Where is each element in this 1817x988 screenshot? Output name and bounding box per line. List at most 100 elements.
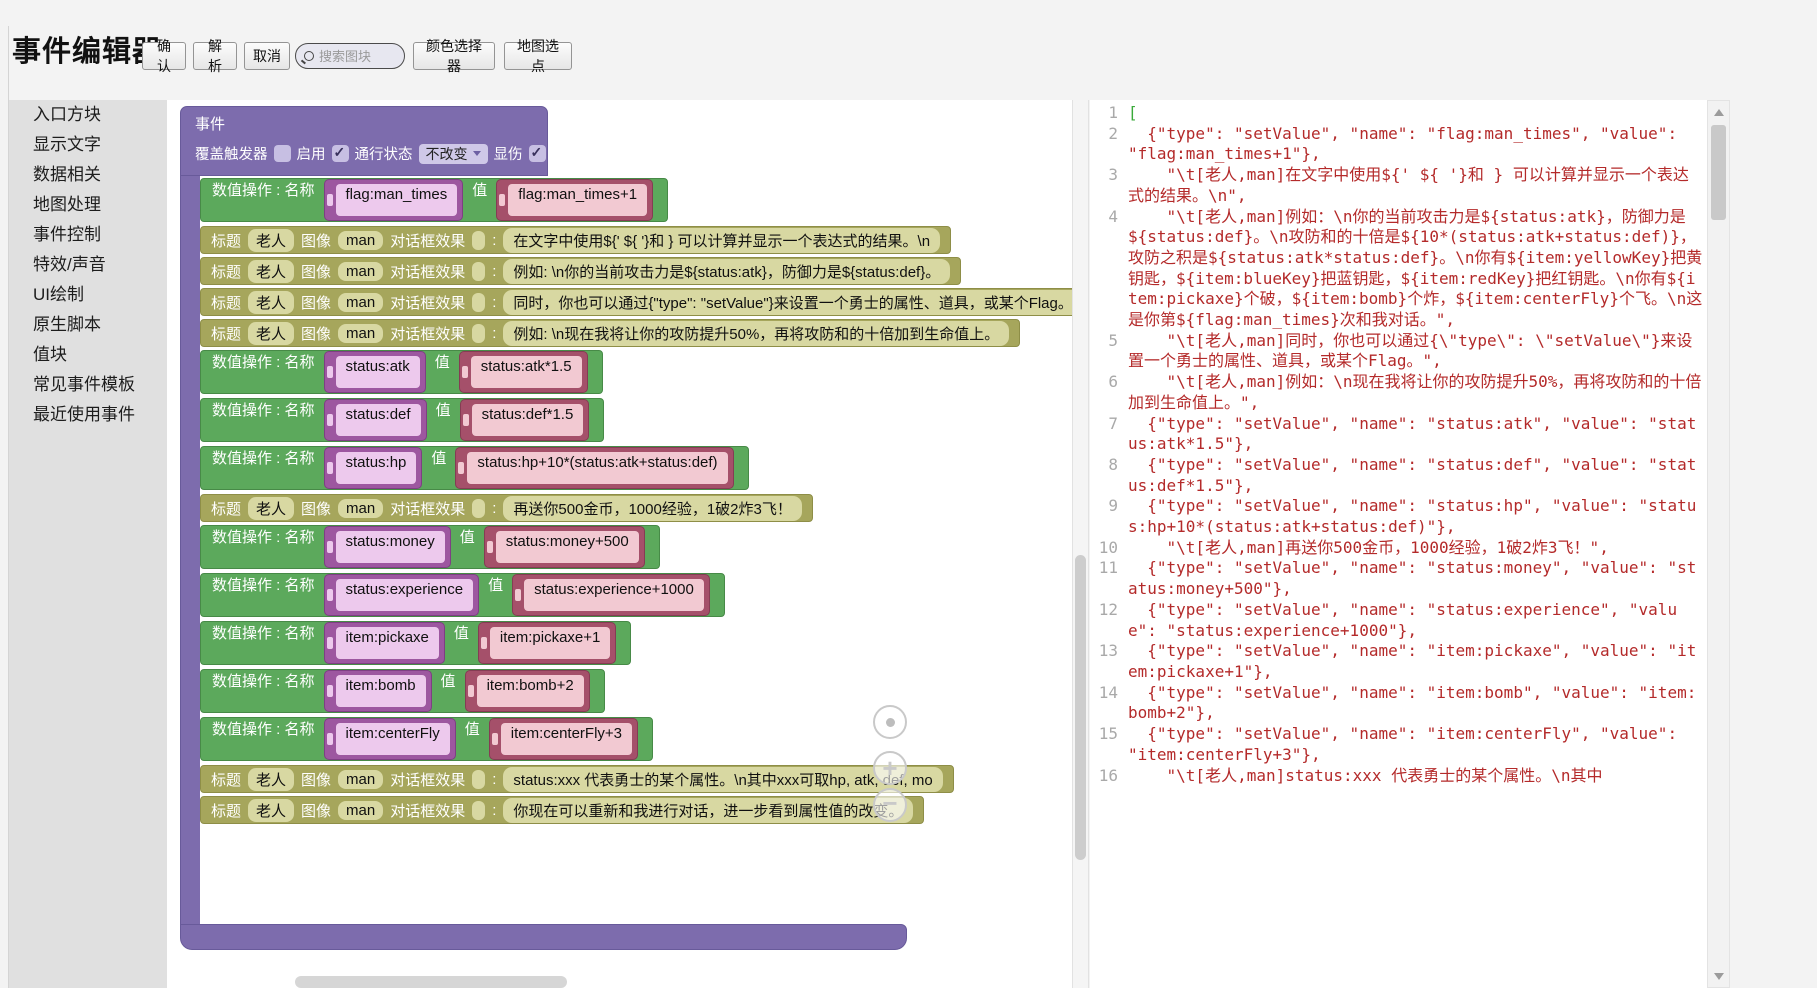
json-code-editor[interactable]: 1[2 {"type": "setValue", "name": "flag:m… (1090, 100, 1707, 988)
damage-display-checkbox[interactable] (529, 145, 546, 162)
dialog-block[interactable]: 标题老人图像man对话框效果:status:xxx 代表勇士的某个属性。\n其中… (200, 765, 954, 793)
sidebar-category-item[interactable]: 入口方块 (9, 100, 167, 130)
sidebar-category-item[interactable]: 常见事件模板 (9, 370, 167, 400)
dialog-block[interactable]: 标题老人图像man对话框效果:在文字中使用${' ${ '}和 } 可以计算并显… (200, 226, 951, 254)
value-chip[interactable]: status:experience+1000 (512, 574, 710, 616)
dialog-effect-checkbox[interactable] (472, 499, 485, 518)
value-chip-text[interactable]: item:bomb+2 (477, 675, 584, 707)
block-search-box[interactable] (295, 43, 405, 69)
dialog-title-tag[interactable]: 老人 (248, 497, 294, 520)
canvas-vertical-scrollbar-track[interactable] (1072, 100, 1089, 988)
value-chip-text[interactable]: status:money+500 (496, 531, 639, 563)
dialog-effect-checkbox[interactable] (472, 231, 485, 250)
value-chip[interactable]: status:money+500 (484, 526, 645, 568)
code-line-text[interactable]: {"type": "setValue", "name": "flag:man_t… (1128, 124, 1707, 165)
editor-scrollbar-track[interactable] (1707, 100, 1730, 988)
code-line-text[interactable]: {"type": "setValue", "name": "status:atk… (1128, 414, 1707, 455)
editor-scrollbar-thumb[interactable] (1711, 125, 1726, 220)
name-chip[interactable]: item:pickaxe (324, 622, 445, 664)
value-chip[interactable]: status:hp+10*(status:atk+status:def) (455, 447, 733, 489)
setvalue-block[interactable]: 数值操作 : 名称item:pickaxe值item:pickaxe+1 (200, 621, 631, 665)
canvas-vertical-scrollbar-thumb[interactable] (1075, 555, 1086, 860)
code-line-text[interactable]: {"type": "setValue", "name": "status:def… (1128, 455, 1707, 496)
value-chip[interactable]: item:bomb+2 (465, 670, 590, 712)
code-line-text[interactable]: "\t[老人,man]同时，你也可以通过{\"type\": \"setValu… (1128, 331, 1707, 372)
dialog-title-tag[interactable]: 老人 (248, 768, 294, 791)
event-block[interactable]: 事件 覆盖触发器 启用 通行状态 不改变 显伤 (180, 106, 548, 176)
code-line-text[interactable]: {"type": "setValue", "name": "item:bomb"… (1128, 683, 1707, 724)
setvalue-block[interactable]: 数值操作 : 名称item:centerFly值item:centerFly+3 (200, 717, 653, 761)
dialog-image-tag[interactable]: man (338, 231, 383, 250)
code-line-text[interactable]: "\t[老人,man]在文字中使用${' ${ '}和 } 可以计算并显示一个表… (1128, 165, 1707, 206)
value-chip[interactable]: status:def*1.5 (460, 399, 590, 441)
scroll-down-arrow-icon[interactable] (1708, 967, 1729, 985)
zoom-in-icon[interactable]: + (873, 751, 907, 785)
code-line-text[interactable]: {"type": "setValue", "name": "item:picka… (1128, 641, 1707, 682)
dialog-effect-checkbox[interactable] (472, 801, 485, 820)
code-line-text[interactable]: {"type": "setValue", "name": "status:exp… (1128, 600, 1707, 641)
name-chip-text[interactable]: item:pickaxe (336, 627, 439, 659)
code-line-text[interactable]: {"type": "setValue", "name": "item:cente… (1128, 724, 1707, 765)
code-line-text[interactable]: "\t[老人,man]例如：\n你的当前攻击力是${status:atk}，防御… (1128, 207, 1707, 331)
confirm-button[interactable]: 确认 (142, 42, 186, 70)
sidebar-category-item[interactable]: 最近使用事件 (9, 400, 167, 430)
dialog-text-field[interactable]: 同时，你也可以通过{"type": "setValue"}来设置一个勇士的属性、… (503, 290, 1072, 315)
color-picker-button[interactable]: 颜色选择器 (413, 42, 495, 70)
sidebar-category-item[interactable]: 数据相关 (9, 160, 167, 190)
dialog-block[interactable]: 标题老人图像man对话框效果:例如: \n你的当前攻击力是${status:at… (200, 257, 961, 285)
sidebar-category-item[interactable]: 值块 (9, 340, 167, 370)
overlay-trigger-checkbox[interactable] (274, 145, 291, 162)
code-line-text[interactable]: {"type": "setValue", "name": "status:mon… (1128, 558, 1707, 599)
dialog-title-tag[interactable]: 老人 (248, 799, 294, 822)
scroll-up-arrow-icon[interactable] (1708, 103, 1729, 121)
value-chip-text[interactable]: item:centerFly+3 (501, 723, 632, 755)
event-block-footer[interactable] (180, 924, 907, 950)
dialog-image-tag[interactable]: man (338, 262, 383, 281)
value-chip[interactable]: status:atk*1.5 (459, 351, 588, 393)
code-line-text[interactable]: "\t[老人,man]status:xxx 代表勇士的某个属性。\n其中 (1128, 766, 1707, 787)
dialog-image-tag[interactable]: man (338, 293, 383, 312)
dialog-title-tag[interactable]: 老人 (248, 260, 294, 283)
dialog-block[interactable]: 标题老人图像man对话框效果:再送你500金币，1000经验，1破2炸3飞！ (200, 494, 813, 522)
map-pick-button[interactable]: 地图选点 (504, 42, 572, 70)
code-line-text[interactable]: "\t[老人,man]例如：\n现在我将让你的攻防提升50%，再将攻防和的十倍加… (1128, 372, 1707, 413)
sidebar-category-item[interactable]: 地图处理 (9, 190, 167, 220)
name-chip-text[interactable]: item:bomb (336, 675, 426, 707)
name-chip[interactable]: flag:man_times (324, 179, 464, 221)
sidebar-category-item[interactable]: 特效/声音 (9, 250, 167, 280)
code-line-text[interactable]: {"type": "setValue", "name": "status:hp"… (1128, 496, 1707, 537)
search-input[interactable] (319, 49, 399, 64)
dialog-title-tag[interactable]: 老人 (248, 322, 294, 345)
zoom-out-icon[interactable]: − (873, 788, 907, 822)
pass-state-dropdown[interactable]: 不改变 (419, 144, 488, 164)
value-chip-text[interactable]: flag:man_times+1 (508, 184, 647, 216)
dialog-effect-checkbox[interactable] (472, 262, 485, 281)
dialog-image-tag[interactable]: man (338, 770, 383, 789)
dialog-effect-checkbox[interactable] (472, 293, 485, 312)
setvalue-block[interactable]: 数值操作 : 名称item:bomb值item:bomb+2 (200, 669, 605, 713)
value-chip-text[interactable]: item:pickaxe+1 (490, 627, 610, 659)
value-chip-text[interactable]: status:atk*1.5 (471, 356, 582, 388)
dialog-image-tag[interactable]: man (338, 499, 383, 518)
dialog-image-tag[interactable]: man (338, 324, 383, 343)
setvalue-block[interactable]: 数值操作 : 名称status:def值status:def*1.5 (200, 398, 604, 442)
enable-checkbox[interactable] (332, 145, 349, 162)
value-chip-text[interactable]: status:hp+10*(status:atk+status:def) (467, 452, 727, 484)
value-chip[interactable]: item:pickaxe+1 (478, 622, 616, 664)
cancel-button[interactable]: 取消 (244, 42, 290, 70)
name-chip-text[interactable]: status:experience (336, 579, 474, 611)
dialog-text-field[interactable]: 再送你500金币，1000经验，1破2炸3飞！ (503, 496, 801, 521)
sidebar-category-item[interactable]: 原生脚本 (9, 310, 167, 340)
value-chip-text[interactable]: status:experience+1000 (524, 579, 704, 611)
dialog-text-field[interactable]: 在文字中使用${' ${ '}和 } 可以计算并显示一个表达式的结果。\n (503, 228, 940, 253)
name-chip[interactable]: status:atk (324, 351, 426, 393)
block-canvas[interactable]: 事件 覆盖触发器 启用 通行状态 不改变 显伤 数值操作 : 名称flag:ma… (167, 100, 1072, 988)
dialog-block[interactable]: 标题老人图像man对话框效果:你现在可以重新和我进行对话，进一步看到属性值的改变… (200, 796, 924, 824)
name-chip[interactable]: status:money (324, 526, 451, 568)
setvalue-block[interactable]: 数值操作 : 名称status:hp值status:hp+10*(status:… (200, 446, 749, 490)
code-line-text[interactable]: [ (1128, 103, 1707, 124)
dialog-title-tag[interactable]: 老人 (248, 229, 294, 252)
canvas-horizontal-scrollbar[interactable] (295, 976, 567, 988)
dialog-text-field[interactable]: 你现在可以重新和我进行对话，进一步看到属性值的改变。 (503, 798, 913, 823)
name-chip-text[interactable]: status:money (336, 531, 445, 563)
